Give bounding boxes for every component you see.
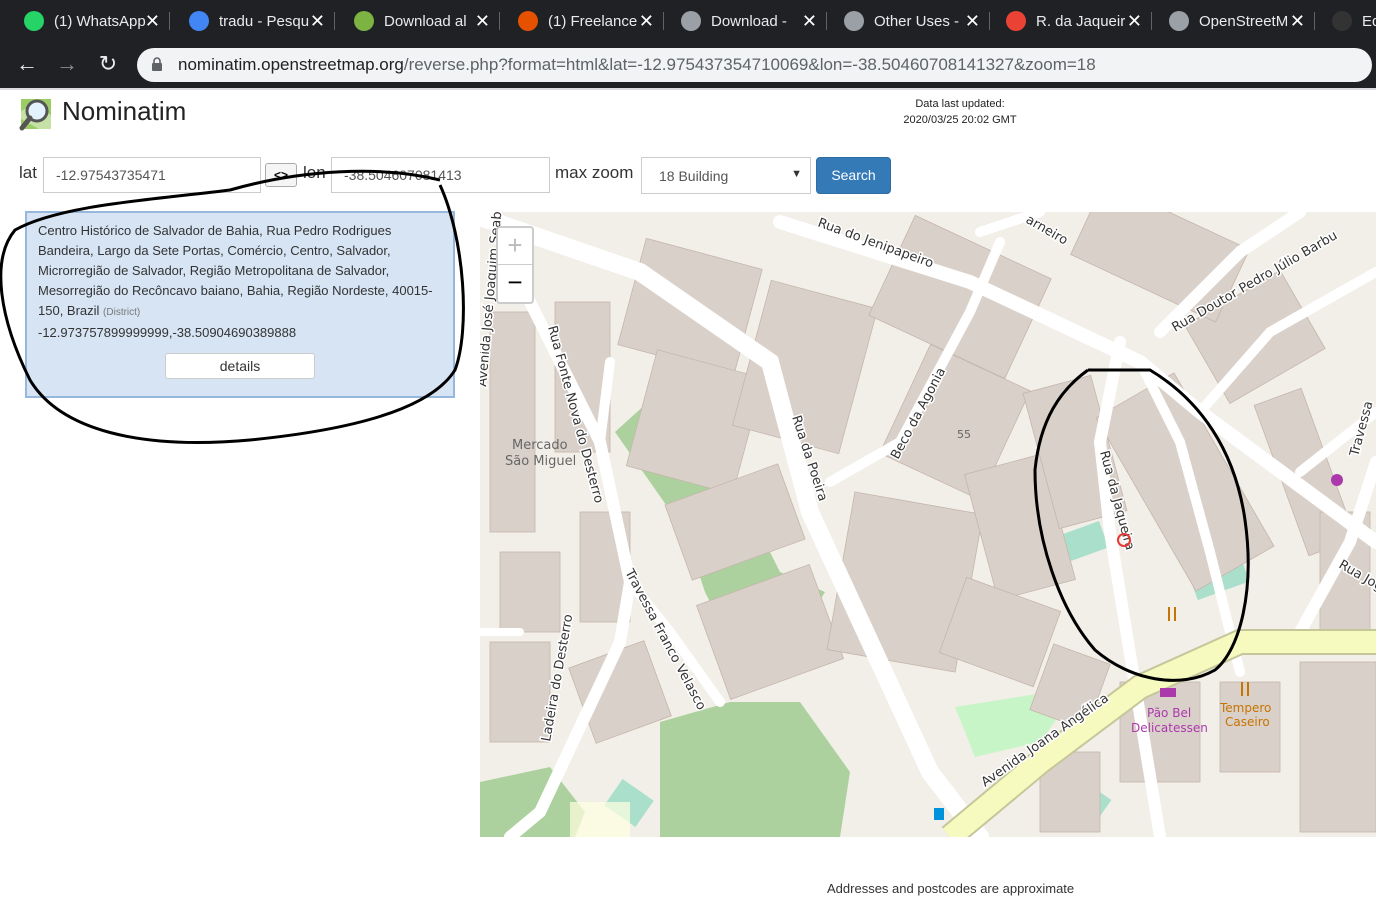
- chrome-divider: [0, 88, 1376, 90]
- lat-label: lat: [19, 163, 37, 182]
- swap-button[interactable]: <>: [265, 163, 297, 187]
- close-tab-icon[interactable]: ✕: [310, 11, 325, 32]
- browser-tab[interactable]: tradu - Pesqu ✕: [175, 4, 335, 38]
- tab-label: Download -: [711, 12, 787, 30]
- close-tab-icon[interactable]: ✕: [1127, 11, 1142, 32]
- tab-label: Download al: [384, 12, 467, 30]
- browser-tab[interactable]: Ed: [1318, 4, 1376, 38]
- close-tab-icon[interactable]: ✕: [802, 11, 817, 32]
- globe-icon: [1169, 11, 1189, 31]
- url-text: nominatim.openstreetmap.org/reverse.php?…: [178, 55, 1096, 74]
- browser-tab[interactable]: Download al ✕: [340, 4, 500, 38]
- poi-purple-icon: [1331, 474, 1343, 486]
- max-zoom-label: max zoom: [555, 163, 634, 182]
- close-tab-icon[interactable]: ✕: [639, 11, 654, 32]
- street-label: arneiro: [1023, 212, 1070, 248]
- google-icon: [189, 11, 209, 31]
- globe-icon: [844, 11, 864, 31]
- place-label: Mercado: [512, 438, 568, 453]
- park-area: [660, 702, 850, 837]
- zoom-in-button[interactable]: +: [498, 228, 532, 265]
- lat-input[interactable]: -12.97543735471: [43, 157, 261, 193]
- poi-label: Caseiro: [1225, 715, 1270, 729]
- data-updated: Data last updated: 2020/03/25 20:02 GMT: [903, 98, 1017, 126]
- freelancer-icon: [518, 11, 538, 31]
- tab-label: (1) WhatsApp: [54, 12, 146, 30]
- reload-icon[interactable]: ↻: [95, 52, 121, 78]
- maps-pin-icon: [1006, 11, 1026, 31]
- close-tab-icon[interactable]: ✕: [965, 11, 980, 32]
- tab-label: OpenStreetM: [1199, 12, 1289, 30]
- whatsapp-icon: [24, 11, 44, 31]
- zoom-out-button[interactable]: −: [498, 265, 532, 302]
- details-button[interactable]: details: [165, 353, 315, 379]
- poi-label: Delicatessen: [1131, 721, 1208, 735]
- browser-tab[interactable]: Download - ✕: [667, 4, 827, 38]
- map-icon: [354, 11, 374, 31]
- tab-label: Ed: [1362, 12, 1376, 30]
- close-tab-icon[interactable]: ✕: [145, 11, 160, 32]
- house-number: 55: [957, 428, 971, 441]
- result-address: Centro Histórico de Salvador de Bahia, R…: [38, 223, 433, 318]
- bus-stop-icon: [934, 808, 944, 820]
- poi-label: Tempero: [1219, 701, 1271, 715]
- tab-label: Other Uses -: [874, 12, 960, 30]
- address-bar[interactable]: nominatim.openstreetmap.org/reverse.php?…: [137, 48, 1372, 82]
- back-arrow-icon[interactable]: ←: [14, 52, 40, 78]
- map-view[interactable]: Rua do Jenipapeiro arneiro Rua Doutor Pe…: [480, 212, 1376, 837]
- bakery-icon: [1160, 688, 1176, 697]
- browser-tab[interactable]: OpenStreetM ✕: [1155, 4, 1315, 38]
- browser-tab[interactable]: Other Uses - ✕: [830, 4, 990, 38]
- tab-label: (1) Freelance: [548, 12, 638, 30]
- dropdown-caret-icon: ▼: [791, 168, 802, 180]
- lock-icon: [152, 57, 162, 71]
- place-label: São Miguel: [505, 454, 576, 469]
- tab-strip: (1) WhatsApp ✕ tradu - Pesqu ✕ Download al ✕(…: [0, 0, 1376, 42]
- lon-input[interactable]: -38.504607081413: [331, 157, 550, 193]
- tab-label: tradu - Pesqu: [219, 12, 310, 30]
- browser-tab[interactable]: (1) WhatsApp ✕: [10, 4, 170, 38]
- park-area: [480, 767, 585, 837]
- max-zoom-select[interactable]: 18 Building ▼: [641, 157, 811, 194]
- close-tab-icon[interactable]: ✕: [475, 11, 490, 32]
- poi-label: Pão Bel: [1147, 706, 1191, 720]
- page-title: Nominatim: [62, 96, 187, 126]
- search-button[interactable]: Search: [816, 157, 891, 194]
- close-tab-icon[interactable]: ✕: [1290, 11, 1305, 32]
- map-canvas: Rua do Jenipapeiro arneiro Rua Doutor Pe…: [480, 212, 1376, 837]
- result-type: (District): [103, 307, 141, 318]
- result-coordinates: -12.973757899999999,-38.50904690389888: [38, 325, 297, 340]
- zoom-control: + −: [496, 226, 534, 304]
- globe-icon: [681, 11, 701, 31]
- forward-arrow-icon[interactable]: →: [54, 52, 80, 78]
- github-icon: [1332, 11, 1352, 31]
- approximate-note: Addresses and postcodes are approximate: [827, 881, 1075, 896]
- result-panel: Centro Histórico de Salvador de Bahia, R…: [25, 211, 455, 398]
- browser-tab[interactable]: (1) Freelance ✕: [504, 4, 664, 38]
- nominatim-logo-icon: [19, 99, 51, 131]
- tab-label: R. da Jaqueir: [1036, 12, 1126, 30]
- browser-tab[interactable]: R. da Jaqueir ✕: [992, 4, 1152, 38]
- lon-label: lon: [303, 163, 326, 182]
